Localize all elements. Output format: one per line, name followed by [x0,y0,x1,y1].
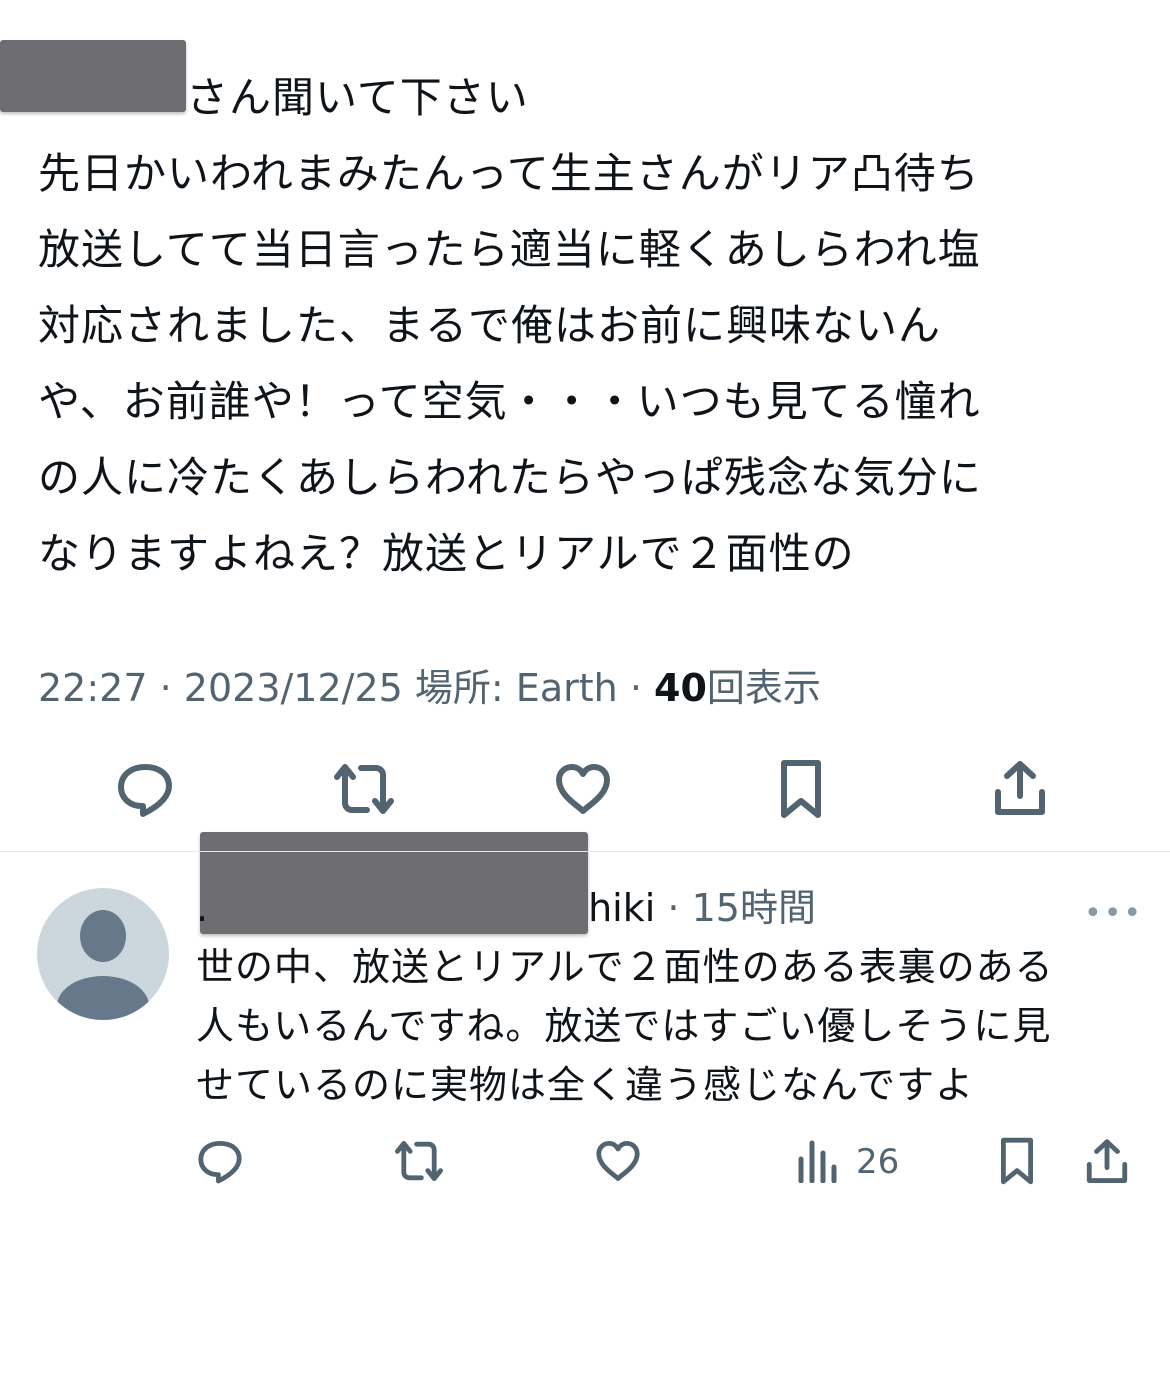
reply-time[interactable]: 15時間 [692,886,816,930]
reply-retweet-button[interactable] [390,1136,448,1186]
reply-text-line: 人もいるんですね。放送ではすごい優しそうに見 [196,1004,1052,1048]
divider [0,851,1170,852]
tweet-text: さん聞いて下さい 先日かいわれまみたんって生主さんがリア凸待ち 放送してて当日言… [38,60,1128,592]
reply-text-line: せているのに実物は全く違う感じなんですよ [196,1063,975,1107]
tweet-time[interactable]: 22:27 [38,666,148,710]
reply-reply-button[interactable] [194,1136,246,1186]
reply-text: 世の中、放送とリアルで２面性のある表裏のある 人もいるんですね。放送ではすごい優… [196,938,1136,1115]
default-avatar-icon [57,910,149,1020]
tweet-text-line: 先日かいわれまみたんって生主さんがリア凸待ち [38,149,980,198]
tweet-text-line: の人に冷たくあしらわれたらやっぱ残念な気分に [38,453,982,502]
share-icon [1086,1139,1128,1183]
retweet-icon [395,1141,443,1181]
tweet-location: 場所: Earth [414,666,618,710]
tweet-text-line: や、お前誰や！って空気・・・いつも見てる憧れ [38,377,981,426]
reply-views-button[interactable] [794,1136,840,1186]
meta-separator: · [159,666,172,710]
reply-author-handle[interactable]: hiki [588,886,655,930]
tweet-text-line: 放送してて当日言ったら適当に軽くあしらわれ塩 [38,225,981,274]
reply-like-button[interactable] [592,1136,644,1186]
like-icon [556,764,610,814]
reply-views-count: 26 [856,1142,900,1182]
tweet-date[interactable]: 2023/12/25 [184,666,403,710]
bookmark-icon [1001,1137,1033,1185]
reply-author-prefix[interactable]: . [196,886,208,930]
like-icon [596,1141,640,1181]
tweet-text-line: 対応されました、まるで俺はお前に興味ないん [38,301,942,350]
retweet-icon [334,764,394,814]
more-options-icon[interactable]: ••• [1084,896,1143,931]
bookmark-icon [781,760,821,818]
analytics-icon [798,1140,837,1183]
avatar[interactable] [37,888,169,1020]
reply-icon [198,1141,242,1184]
reply-share-button[interactable] [1082,1136,1132,1188]
reply-bookmark-button[interactable] [994,1134,1040,1188]
reply-text-line: 世の中、放送とリアルで２面性のある表裏のある [196,945,1054,989]
reply-icon [118,764,172,817]
share-button[interactable] [990,756,1050,822]
retweet-button[interactable] [326,756,402,822]
bookmark-button[interactable] [772,756,830,822]
reply-separator: · [667,886,680,930]
share-icon [995,761,1045,815]
views-count: 40 [654,666,707,710]
reply-button[interactable] [110,756,180,822]
tweet-text-line: さん聞いて下さい [186,73,529,122]
reply-header: . hiki · 15時間 [196,882,816,934]
tweet-text-line: なりますよねえ？放送とリアルで２面性の [38,529,855,578]
tweet-meta: 22:27 · 2023/12/25 場所: Earth · 40回表示 [38,660,821,716]
like-button[interactable] [550,756,616,822]
meta-separator: · [629,666,642,710]
views-label: 回表示 [706,666,821,710]
